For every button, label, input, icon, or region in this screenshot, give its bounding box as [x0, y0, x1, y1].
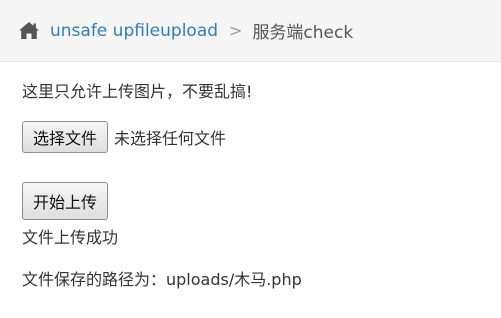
upload-success-message: 文件上传成功 — [22, 228, 119, 247]
breadcrumb: unsafe upfileupload > 服务端check — [0, 0, 501, 62]
choose-file-button[interactable]: 选择文件 — [22, 121, 109, 153]
breadcrumb-link-upfileupload[interactable]: unsafe upfileupload — [50, 21, 218, 41]
file-input[interactable]: 选择文件 未选择任何文件 — [22, 121, 226, 153]
home-icon[interactable] — [18, 21, 40, 41]
breadcrumb-separator: > — [229, 21, 243, 40]
saved-file-path: 文件保存的路径为：uploads/木马.php — [22, 270, 302, 289]
start-upload-button[interactable]: 开始上传 — [22, 182, 109, 220]
breadcrumb-current-page: 服务端check — [252, 23, 354, 43]
no-file-chosen-text: 未选择任何文件 — [114, 129, 227, 148]
upload-notice: 这里只允许上传图片，不要乱搞! — [22, 82, 253, 101]
